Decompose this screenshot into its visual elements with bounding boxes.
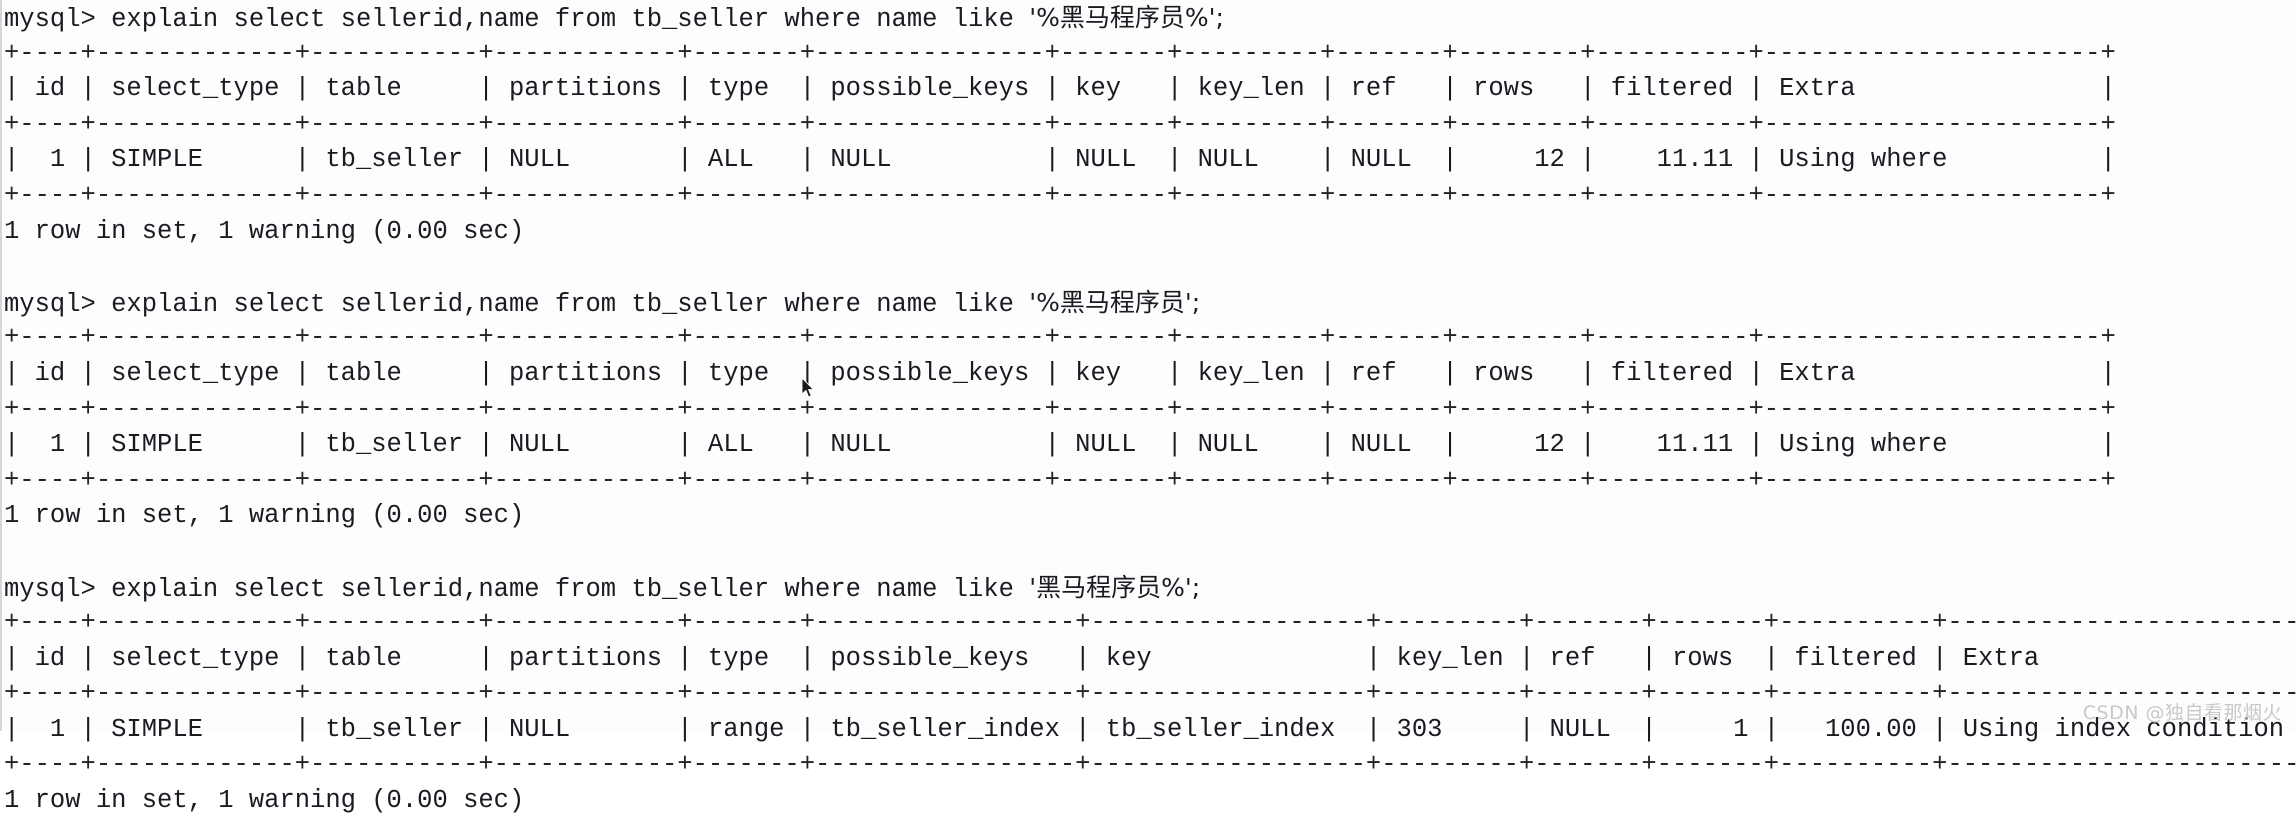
terminal-window[interactable]: mysql> explain select sellerid,name from… [0,0,2296,815]
table-row: | 1 | SIMPLE | tb_seller | NULL | ALL | … [4,145,2116,175]
status-line-2: 1 row in set, 1 warning (0.00 sec) [4,501,525,531]
table-header-row: | id | select_type | table | partitions … [4,74,2116,104]
command-line-2: mysql> explain select sellerid,name from… [4,287,1201,319]
status-line-1: 1 row in set, 1 warning (0.00 sec) [4,216,525,246]
csdn-watermark: CSDN @独自看那烟火 [2082,702,2282,724]
table-rule-top: +----+-------------+-----------+--------… [4,323,2116,353]
table-row: | 1 | SIMPLE | tb_seller | NULL | ALL | … [4,430,2116,460]
table-header-row: | id | select_type | table | partitions … [4,358,2116,388]
table-rule-bottom: +----+-------------+-----------+--------… [4,750,2296,780]
table-rule-mid: +----+-------------+-----------+--------… [4,394,2116,424]
table-header-row: | id | select_type | table | partitions … [4,643,2296,673]
table-rule-top: +----+-------------+-----------+--------… [4,608,2296,638]
table-rule-bottom: +----+-------------+-----------+--------… [4,180,2116,210]
status-line-3: 1 row in set, 1 warning (0.00 sec) [4,786,525,816]
table-row: | 1 | SIMPLE | tb_seller | NULL | range … [4,714,2296,744]
terminal-output: mysql> explain select sellerid,name from… [4,0,2296,819]
command-line-3: mysql> explain select sellerid,name from… [4,572,1201,604]
table-rule-bottom: +----+-------------+-----------+--------… [4,465,2116,495]
table-rule-mid: +----+-------------+-----------+--------… [4,109,2116,139]
table-rule-mid: +----+-------------+-----------+--------… [4,679,2296,709]
table-rule-top: +----+-------------+-----------+--------… [4,38,2116,68]
command-line-1: mysql> explain select sellerid,name from… [4,3,1224,34]
